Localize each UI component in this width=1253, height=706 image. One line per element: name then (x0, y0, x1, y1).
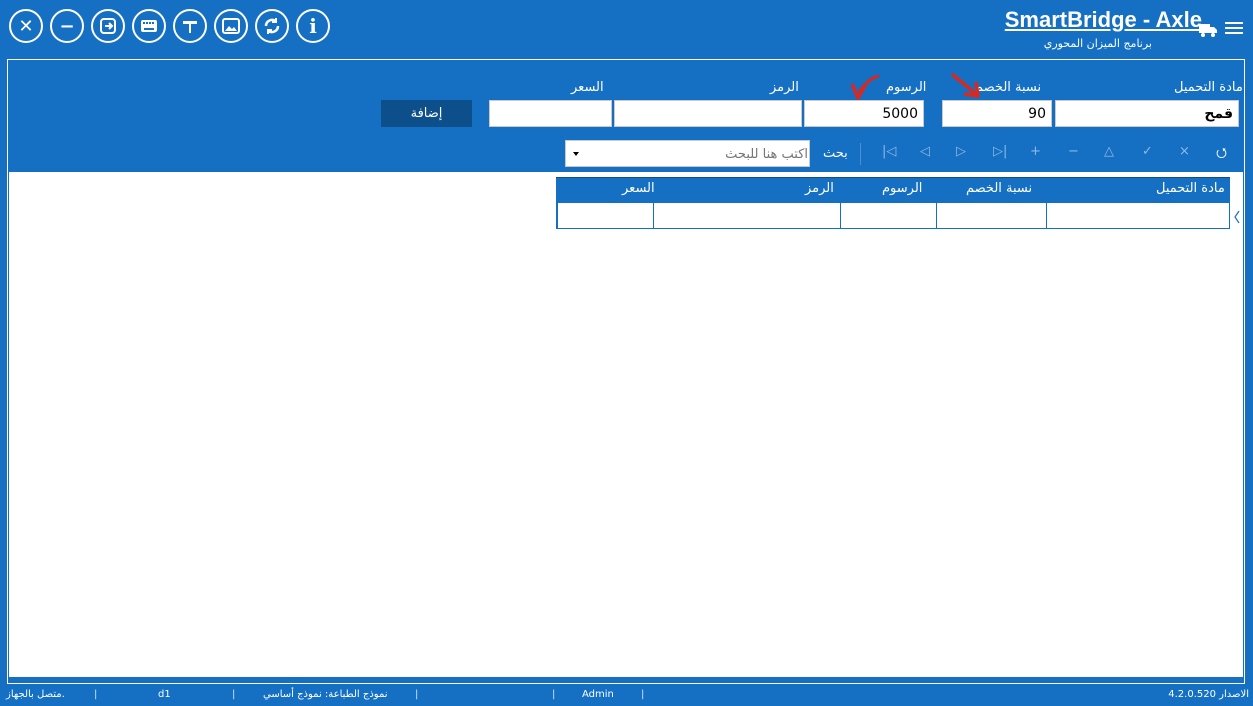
edit-record-button[interactable]: △ (1104, 144, 1114, 159)
add-record-button[interactable]: + (1030, 144, 1041, 159)
minus-circle-icon[interactable]: − (50, 9, 84, 43)
grid-cell[interactable] (557, 203, 653, 228)
toolbar-divider (860, 143, 861, 165)
label-fees: الرسوم (886, 80, 927, 95)
export-icon[interactable] (91, 9, 125, 43)
close-circle-icon[interactable]: ✕ (9, 9, 43, 43)
app-title: SmartBridge - Axle (1004, 7, 1202, 32)
delete-record-button[interactable]: − (1068, 144, 1079, 159)
row-indicator (1230, 177, 1244, 229)
search-label: بحث (823, 146, 848, 161)
info-icon[interactable]: i (296, 9, 330, 43)
search-input[interactable] (586, 141, 810, 168)
status-separator: | (552, 689, 556, 700)
material-field[interactable] (1055, 100, 1239, 127)
app-subtitle: برنامج الميزان المحوري (1043, 37, 1152, 50)
label-material: مادة التحميل (1174, 80, 1243, 95)
column-header-fees[interactable]: الرسوم (882, 181, 922, 196)
grid-cell[interactable] (653, 203, 840, 228)
prev-record-button[interactable]: ◁ (920, 144, 930, 159)
discount-field[interactable] (942, 100, 1052, 127)
label-code: الرمز (770, 80, 799, 95)
cancel-record-button[interactable]: × (1179, 144, 1190, 159)
scale-icon[interactable] (173, 9, 207, 43)
hamburger-menu-icon[interactable] (1224, 18, 1244, 38)
column-header-material[interactable]: مادة التحميل (1156, 181, 1225, 196)
status-bar: متصل بالجهاز. | d1 | نموذج الطباعة: نموذ… (0, 686, 1253, 706)
grid-cell[interactable] (936, 203, 1046, 228)
grid-cell[interactable] (840, 203, 936, 228)
last-record-button[interactable]: ▷| (993, 144, 1007, 159)
annotation-arrow-icon (850, 74, 880, 100)
first-record-button[interactable]: |◁ (882, 144, 896, 159)
refresh-icon[interactable] (255, 9, 289, 43)
image-icon[interactable] (214, 9, 248, 43)
label-price: السعر (571, 80, 604, 95)
status-separator: | (641, 689, 645, 700)
chevron-down-icon[interactable] (573, 152, 579, 156)
grid-header: مادة التحميل نسبة الخصم الرسوم الرمز الس… (556, 177, 1230, 203)
keyboard-icon[interactable] (132, 9, 166, 43)
status-separator: | (94, 689, 98, 700)
column-header-code[interactable]: الرمز (805, 181, 834, 196)
device-name: d1 (158, 689, 171, 700)
chevron-left-icon (1234, 210, 1240, 224)
annotation-arrow-icon (950, 72, 980, 98)
grid-cell[interactable] (1046, 203, 1229, 228)
table-row[interactable] (556, 202, 1230, 229)
status-separator: | (415, 689, 419, 700)
price-field[interactable] (489, 100, 612, 127)
save-record-button[interactable]: ✓ (1142, 144, 1153, 159)
print-template: نموذج الطباعة: نموذج أساسي (263, 689, 388, 700)
refresh-records-button[interactable]: ⭯ (1216, 144, 1227, 166)
connection-status: متصل بالجهاز. (6, 689, 65, 700)
truck-icon (1199, 24, 1217, 37)
title-bar: ✕ − i SmartBridge - Axle برنامج الميزان … (0, 0, 1253, 58)
column-header-discount[interactable]: نسبة الخصم (966, 181, 1032, 196)
user-name: Admin (582, 689, 614, 700)
search-combobox[interactable] (565, 140, 810, 168)
fees-field[interactable] (804, 100, 924, 127)
add-button[interactable]: إضافة (381, 100, 472, 127)
data-grid (9, 172, 1243, 677)
column-header-price[interactable]: السعر (622, 181, 655, 196)
status-separator: | (232, 689, 236, 700)
app-version: الاصدار 4.2.0.520 (1168, 689, 1249, 700)
code-field[interactable] (614, 100, 802, 127)
next-record-button[interactable]: ▷ (956, 144, 966, 159)
